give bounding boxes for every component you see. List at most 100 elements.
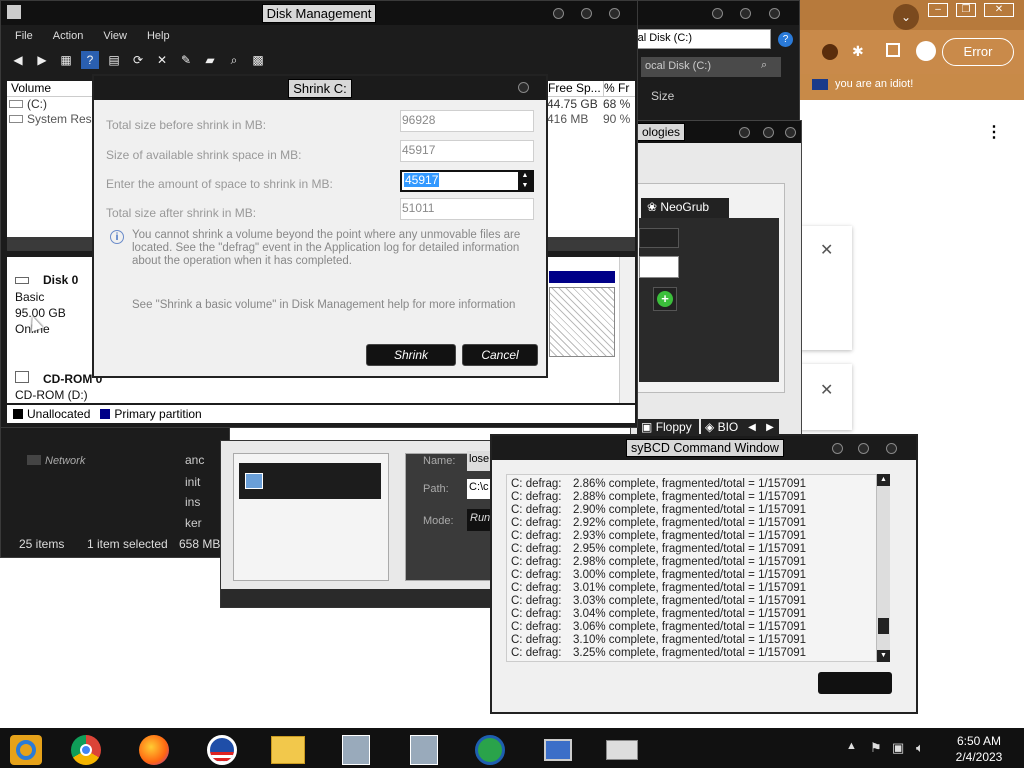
window-button[interactable]	[712, 8, 723, 19]
refresh-icon[interactable]: ⟳	[129, 51, 147, 69]
folder-open-icon[interactable]: ▰	[201, 51, 219, 69]
avatar[interactable]	[822, 44, 838, 60]
internet-download-icon[interactable]	[470, 732, 510, 768]
easybcd-command-window: syBCD Command Window C: defrag: 2.86% com…	[490, 434, 918, 714]
cmd-output-line: C: defrag: 3.04% complete, fragmented/tot…	[511, 608, 885, 621]
legend-swatch-unallocated	[13, 409, 23, 419]
minimize-button[interactable]	[553, 8, 564, 19]
explorer-window-right: ocal Disk (C:) ? ocal Disk (C:) ⌕ Size	[620, 0, 800, 128]
close-button[interactable]	[518, 82, 529, 93]
minimize-button[interactable]: –	[928, 3, 948, 17]
minimize-button[interactable]	[832, 443, 843, 454]
window-button[interactable]	[785, 127, 796, 138]
flag-icon[interactable]: ⚑	[870, 740, 882, 756]
profile-icon[interactable]	[916, 41, 936, 61]
close-button[interactable]	[609, 8, 620, 19]
file-explorer-icon[interactable]	[6, 732, 46, 768]
cmd-output[interactable]: C: defrag: 2.86% complete, fragmented/tot…	[506, 474, 890, 662]
menu-action[interactable]: Action	[53, 30, 84, 42]
file-item[interactable]: ker	[185, 516, 202, 530]
window-button[interactable]	[763, 127, 774, 138]
help-text[interactable]: See "Shrink a basic volume" in Disk Mana…	[132, 299, 515, 311]
menu-view[interactable]: View	[103, 30, 127, 42]
window-button[interactable]	[740, 8, 751, 19]
tab-neogrub[interactable]: ❀ NeoGrub	[641, 198, 729, 218]
volume-icon[interactable]: 🔈︎	[916, 740, 924, 756]
obama-icon[interactable]	[202, 732, 242, 768]
kebab-menu-icon[interactable]: ⋮	[986, 122, 1002, 142]
dm-app-icon	[7, 5, 21, 19]
shrink-row-4: Total size after shrink in MB: 51011	[106, 198, 536, 224]
file-item[interactable]: init	[185, 475, 200, 489]
path-box[interactable]: ocal Disk (C:)	[641, 57, 781, 77]
scanner-icon[interactable]	[602, 732, 642, 768]
address-bar[interactable]: ocal Disk (C:)	[621, 29, 771, 49]
tray-chevron-icon[interactable]: ▲	[846, 740, 857, 752]
cmd-output-line: C: defrag: 2.93% complete, fragmented/tot…	[511, 530, 885, 543]
collapse-button[interactable]: ⌄	[893, 4, 919, 30]
partition-hatched[interactable]	[549, 287, 615, 357]
neogrub-select[interactable]	[639, 228, 679, 248]
spin-down-button[interactable]: ▼	[518, 181, 532, 191]
neogrub-input[interactable]	[639, 256, 679, 278]
chrome-icon[interactable]	[66, 732, 106, 768]
installer-icon[interactable]	[336, 732, 376, 768]
network-icon[interactable]: ▣	[892, 740, 904, 756]
maximize-button[interactable]	[858, 443, 869, 454]
help-icon[interactable]: ?	[81, 51, 99, 69]
vertical-scrollbar[interactable]	[619, 257, 635, 403]
window-button[interactable]	[739, 127, 750, 138]
computer-icon[interactable]	[538, 732, 578, 768]
cdrom-label[interactable]: CD-ROM 0 CD-ROM (D:)	[15, 371, 102, 402]
error-button[interactable]: Error	[942, 38, 1014, 66]
partition-bar[interactable]	[549, 271, 615, 283]
column-size[interactable]: Size	[651, 89, 674, 103]
close-icon[interactable]: ✕	[820, 240, 833, 260]
legend: Unallocated Primary partition	[7, 405, 635, 423]
maximize-button[interactable]	[581, 8, 592, 19]
mid-footer	[221, 589, 499, 607]
installer2-icon[interactable]	[404, 732, 444, 768]
grid-view-icon[interactable]: ▦	[57, 51, 75, 69]
close-button[interactable]: ✕	[984, 3, 1014, 17]
shrink-amount-input[interactable]: 45917	[400, 170, 534, 192]
help-icon[interactable]: ?	[778, 32, 793, 47]
folder-icon[interactable]	[268, 732, 308, 768]
col-free[interactable]: Free Sp...	[547, 81, 603, 96]
bookmark-label[interactable]: you are an idiot!	[835, 78, 913, 90]
maximize-button[interactable]: ❐	[956, 3, 976, 17]
cmd-line-source: C: defrag:	[511, 634, 562, 646]
delete-icon[interactable]: ✕	[153, 51, 171, 69]
search-icon[interactable]: ⌕	[225, 51, 243, 69]
shrink-button[interactable]: Shrink	[366, 344, 456, 366]
clock[interactable]: 6:50 AM 2/4/2023	[944, 733, 1014, 765]
back-arrow-icon[interactable]: ◀	[9, 51, 27, 69]
disk0-label[interactable]: Disk 0 Basic 95.00 GB Online	[15, 273, 78, 336]
properties-icon[interactable]: ▤	[105, 51, 123, 69]
edit-icon[interactable]: ✎	[177, 51, 195, 69]
file-item[interactable]: anc	[185, 453, 204, 467]
search-icon[interactable]: ⌕	[761, 59, 767, 72]
firefox-icon[interactable]	[134, 732, 174, 768]
scroll-down-icon[interactable]: ▼	[877, 650, 890, 662]
close-icon[interactable]: ✕	[820, 380, 833, 400]
cancel-button[interactable]: Cancel	[462, 344, 538, 366]
add-icon[interactable]: +	[653, 287, 677, 311]
sidepanel-icon[interactable]	[886, 43, 900, 57]
scroll-thumb[interactable]	[878, 618, 889, 634]
settings-icon[interactable]: ▩	[249, 51, 267, 69]
file-item[interactable]: ins	[185, 495, 200, 509]
info-text: You cannot shrink a volume beyond the po…	[132, 229, 521, 267]
menu-file[interactable]: File	[15, 30, 33, 42]
cmd-action-button[interactable]	[818, 672, 892, 694]
menu-help[interactable]: Help	[147, 30, 170, 42]
spin-up-button[interactable]: ▲	[518, 171, 532, 181]
window-button[interactable]	[769, 8, 780, 19]
extensions-icon[interactable]: ✱	[852, 43, 864, 60]
col-pct[interactable]: % Fr	[603, 81, 635, 96]
forward-arrow-icon[interactable]: ▶	[33, 51, 51, 69]
scroll-up-icon[interactable]: ▲	[877, 474, 890, 486]
cmd-scrollbar[interactable]: ▲ ▼	[876, 474, 890, 662]
close-button[interactable]	[886, 443, 897, 454]
network-label[interactable]: Network	[45, 455, 85, 467]
